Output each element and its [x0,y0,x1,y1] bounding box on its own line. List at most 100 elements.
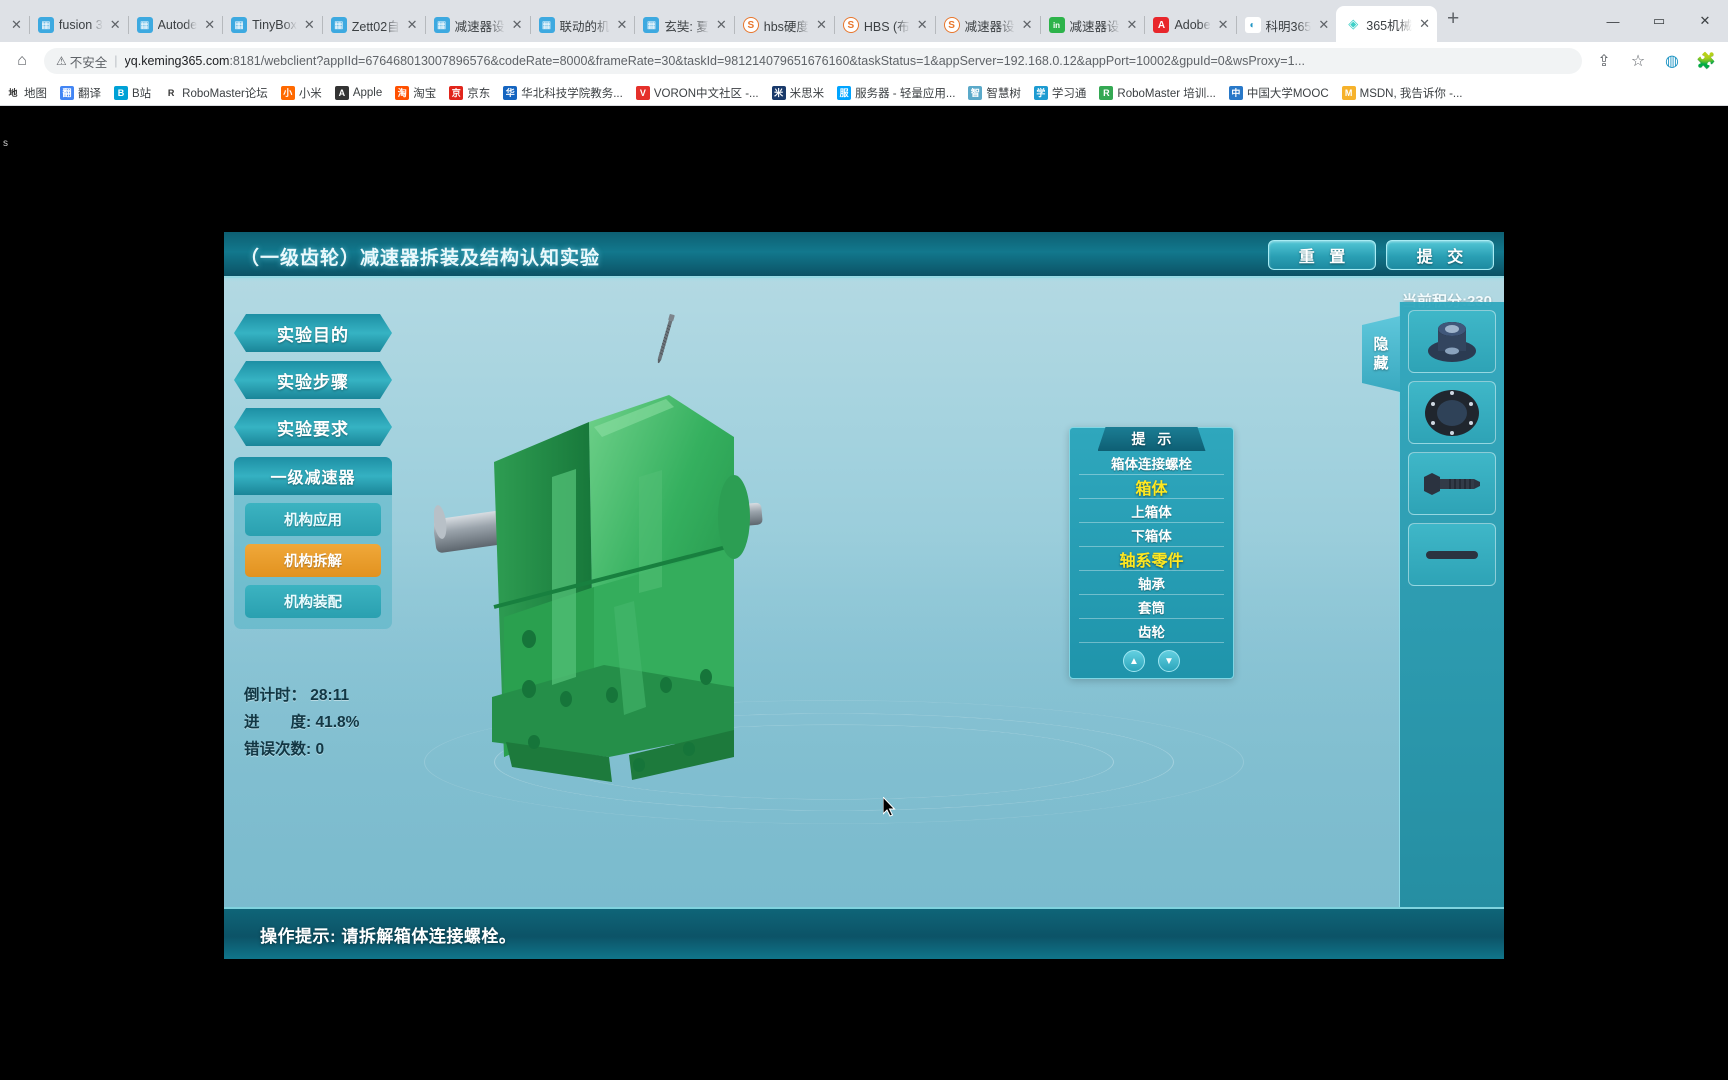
menu-button[interactable]: 实验步骤 [234,361,392,399]
bookmark-item[interactable]: 学学习通 [1033,85,1087,101]
chevron-down-icon[interactable]: ▼ [1158,650,1180,672]
bookmark-item[interactable]: R RoboMaster 培训... [1099,85,1216,101]
mouse-cursor [883,797,896,817]
jd-icon: 京 [449,85,464,100]
bookmark-item[interactable]: 小小米 [280,85,322,101]
browser-tab[interactable]: S 减速器设 ✕ [934,8,1040,42]
close-icon[interactable]: ✕ [304,17,315,33]
browser-tab[interactable]: ▦ 玄奘: 夏 ✕ [634,8,733,42]
page-title: （一级齿轮）减速器拆装及结构认知实验 [240,248,601,269]
extensions-icon[interactable]: ◍ [1660,51,1684,71]
mooc-icon: 中 [1228,85,1243,100]
fusion-icon: ▦ [37,17,54,33]
browser-tab[interactable]: ▦ Autode ✕ [127,8,223,42]
browser-tab[interactable]: Shbs硬度 ✕ [733,8,834,42]
minimize-button[interactable]: — [1590,14,1636,29]
browser-tab-title: Adobe [1174,18,1211,32]
bookmark-item[interactable]: 京京东 [449,85,490,101]
browser-tab[interactable]: ▦ 减速器设 ✕ [424,8,530,42]
close-icon[interactable]: ✕ [816,17,827,33]
bookmark-item[interactable]: V VORON中文社区 -... [635,85,759,101]
xiaomi-icon: 小 [280,85,295,100]
close-icon[interactable]: ✕ [1127,17,1138,33]
hint-list-item[interactable]: 套筒 [1079,595,1224,619]
browser-tab[interactable]: in 减速器设 ✕ [1039,8,1145,42]
hex-bolt-part[interactable] [1408,452,1496,515]
submit-button[interactable]: 提 交 [1386,240,1494,270]
diamond-icon: ◈ [1345,16,1362,32]
reset-button[interactable]: 重 置 [1268,240,1376,270]
browser-tab[interactable]: ◐ 科明365 ✕ [1235,8,1337,42]
hint-list-item[interactable]: 轴系零件 [1079,547,1224,571]
hint-list-item[interactable]: 齿轮 [1079,619,1224,643]
hint-list-item[interactable]: 上箱体 [1079,499,1224,523]
close-icon[interactable]: ✕ [716,17,727,33]
translate-icon: 翻 [60,85,74,100]
gearbox-3d-model[interactable] [432,287,1034,847]
close-icon[interactable]: ✕ [512,17,523,33]
browser-tab[interactable]: ◈ 365机械 ✕ [1336,6,1438,42]
bookmark-item[interactable]: R RoboMaster论坛 [164,85,268,101]
hint-list-item[interactable]: 箱体 [1079,475,1224,499]
bookmark-item[interactable]: 淘淘宝 [395,85,436,101]
share-icon[interactable]: ⇪ [1592,51,1616,71]
bookmark-item[interactable]: A Apple [334,85,382,100]
browser-tab[interactable]: ✕ [0,8,29,42]
puzzle-icon[interactable]: 🧩 [1694,51,1718,71]
bookmark-label: 服务器 - 轻量应用... [855,87,956,100]
bookmark-label: RoboMaster论坛 [182,87,268,100]
bookmark-item[interactable]: 智智慧树 [968,85,1021,101]
bookmark-label: 学习通 [1051,87,1087,100]
bookmark-item[interactable]: 华华北科技学院教务... [503,85,623,101]
menu-sub-button[interactable]: 机构装配 [245,585,381,618]
pin-part[interactable] [1408,523,1496,586]
menu-group-title[interactable]: 一级减速器 [234,457,392,495]
browser-tab-title: hbs硬度 [763,19,809,34]
hint-list-item[interactable]: 箱体连接螺栓 [1079,451,1224,475]
home-icon[interactable]: ⌂ [10,52,34,70]
browser-tab[interactable]: ▦ Zett02自 ✕ [321,8,425,42]
security-indicator[interactable]: ⚠ 不安全 [56,52,107,71]
close-icon[interactable]: ✕ [11,17,22,33]
menu-button[interactable]: 实验要求 [234,408,392,446]
address-bar[interactable]: ⚠ 不安全 | yq.keming365.com:8181/webclient?… [44,48,1582,74]
browser-tab[interactable]: ▦ 联动的机 ✕ [529,8,635,42]
hint-list-item[interactable]: 下箱体 [1079,523,1224,547]
bookmark-item[interactable]: M MSDN, 我告诉你 -... [1341,85,1462,101]
hide-rail-label-1: 隐 [1373,336,1389,353]
browser-tab[interactable]: ▦ TinyBox ✕ [222,8,322,42]
bookmark-item[interactable]: 米米思米 [771,85,824,101]
bookmark-label: 地图 [24,87,47,100]
browser-tab-title: fusion 3 [58,18,103,32]
menu-sub-button[interactable]: 机构拆解 [245,544,381,577]
close-icon[interactable]: ✕ [204,17,215,33]
close-icon[interactable]: ✕ [917,17,928,33]
gasket-ring-part[interactable] [1408,381,1496,444]
bookmark-label: 智慧树 [986,87,1021,100]
close-icon[interactable]: ✕ [407,17,418,33]
bookmark-item[interactable]: 中中国大学MOOC [1228,85,1329,101]
chevron-up-icon[interactable]: ▲ [1123,650,1145,672]
bookmark-item[interactable]: 翻翻译 [60,85,101,101]
star-icon[interactable]: ☆ [1626,51,1650,71]
maximize-button[interactable]: ▭ [1636,13,1682,29]
hide-rail-toggle[interactable]: 隐 藏 [1362,316,1400,392]
bookmark-item[interactable]: 地地图 [6,85,47,101]
bookmark-item[interactable]: 服服务器 - 轻量应用... [837,85,955,101]
browser-tab[interactable]: ▦ fusion 3 ✕ [28,8,128,42]
close-icon[interactable]: ✕ [1419,16,1430,32]
bookmark-item[interactable]: B B站 [114,85,151,101]
close-icon[interactable]: ✕ [110,17,121,33]
close-icon[interactable]: ✕ [617,17,628,33]
close-icon[interactable]: ✕ [1218,17,1229,33]
close-icon[interactable]: ✕ [1318,17,1329,33]
menu-button[interactable]: 实验目的 [234,314,392,352]
new-tab-button[interactable]: + [1437,7,1469,36]
close-icon[interactable]: ✕ [1022,17,1033,33]
menu-sub-button[interactable]: 机构应用 [245,503,381,536]
browser-tab[interactable]: S HBS (布 ✕ [833,8,935,42]
close-window-button[interactable]: ✕ [1682,13,1728,29]
bearing-housing-part[interactable] [1408,310,1496,373]
browser-tab[interactable]: A Adobe ✕ [1144,8,1235,42]
hint-list-item[interactable]: 轴承 [1079,571,1224,595]
